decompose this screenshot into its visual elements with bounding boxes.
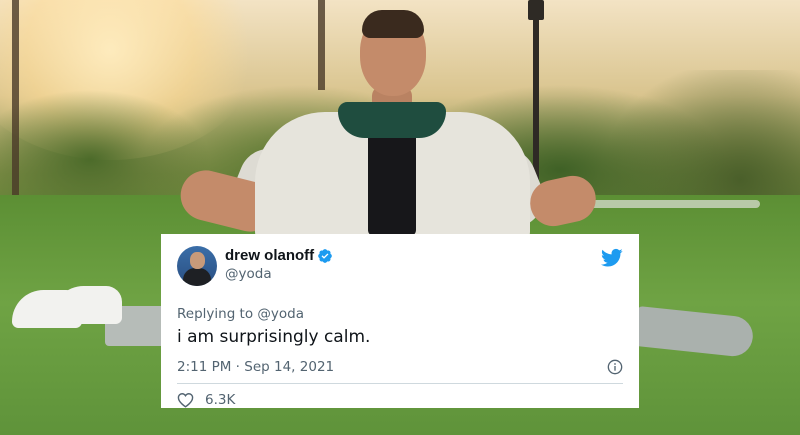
tweet-card[interactable]: drew olanoff @yoda Replying to @yoda i a… (161, 234, 639, 408)
divider (177, 383, 623, 384)
person-shirt (368, 126, 416, 236)
like-count: 6.3K (205, 392, 236, 408)
tweet-header: drew olanoff @yoda (177, 244, 623, 290)
person-hair (362, 10, 424, 38)
person-collar (338, 102, 446, 138)
info-icon[interactable] (607, 359, 623, 375)
tree-trunk (12, 0, 19, 200)
twitter-bird-icon[interactable] (601, 248, 623, 268)
lamp-head (528, 0, 544, 20)
heart-icon[interactable] (177, 392, 194, 408)
like-action[interactable]: 6.3K (177, 392, 623, 408)
tweet-meta: 2:11 PM · Sep 14, 2021 (177, 359, 623, 375)
reply-mention-link[interactable]: @yoda (257, 306, 304, 322)
tweet-timestamp[interactable]: 2:11 PM · Sep 14, 2021 (177, 359, 334, 375)
author-info: drew olanoff @yoda (225, 244, 333, 282)
display-name[interactable]: drew olanoff (225, 247, 314, 264)
author-handle[interactable]: @yoda (225, 266, 333, 282)
tweet-text: i am surprisingly calm. (177, 327, 371, 347)
replying-to-line: Replying to @yoda (177, 306, 304, 322)
verified-badge-icon (318, 248, 333, 263)
tree-trunk (318, 0, 325, 90)
avatar[interactable] (177, 246, 217, 286)
